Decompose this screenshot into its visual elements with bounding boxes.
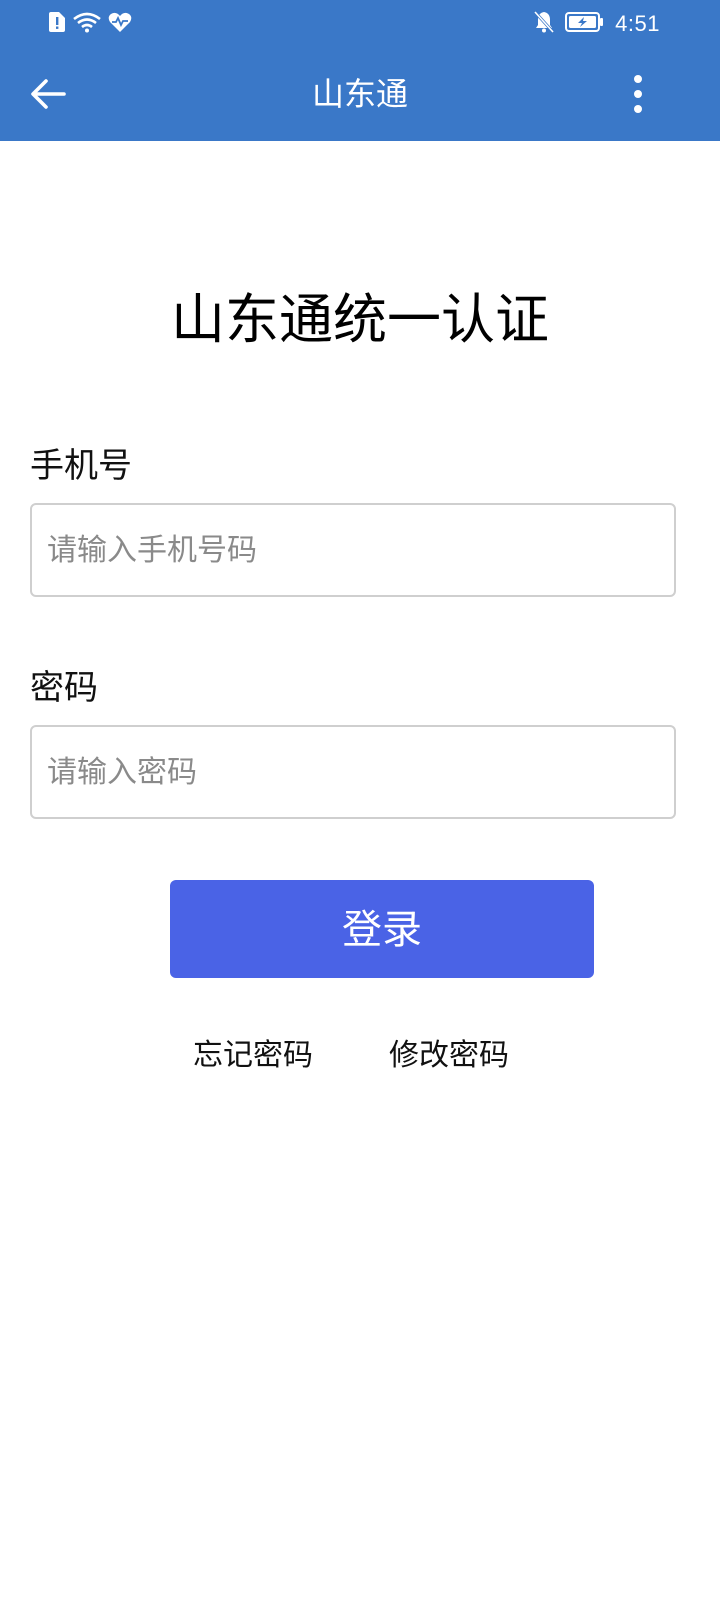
status-left-icons [48, 10, 132, 38]
status-bar: 4:51 [0, 0, 720, 48]
page-title: 山东通统一认证 [171, 288, 549, 351]
login-button[interactable]: 登录 [170, 880, 594, 978]
phone-input[interactable] [30, 503, 676, 597]
sim-alert-icon [48, 11, 66, 37]
more-vertical-icon [632, 74, 644, 118]
status-time: 4:51 [615, 11, 660, 36]
change-password-link[interactable]: 修改密码 [389, 1036, 509, 1076]
top-bar: 4:51 山东通 [0, 0, 720, 141]
status-right-icons: 4:51 [533, 10, 660, 38]
forgot-password-link[interactable]: 忘记密码 [193, 1036, 313, 1076]
battery-charging-icon [565, 11, 605, 37]
app-bar: 山东通 [0, 48, 720, 141]
app-title: 山东通 [311, 75, 408, 113]
notifications-off-icon [533, 10, 555, 38]
more-options-button[interactable] [614, 72, 662, 120]
wifi-icon [72, 11, 102, 37]
password-input[interactable] [30, 725, 676, 819]
heart-monitor-icon [108, 11, 132, 37]
phone-label: 手机号 [30, 446, 132, 486]
password-label: 密码 [30, 668, 98, 708]
